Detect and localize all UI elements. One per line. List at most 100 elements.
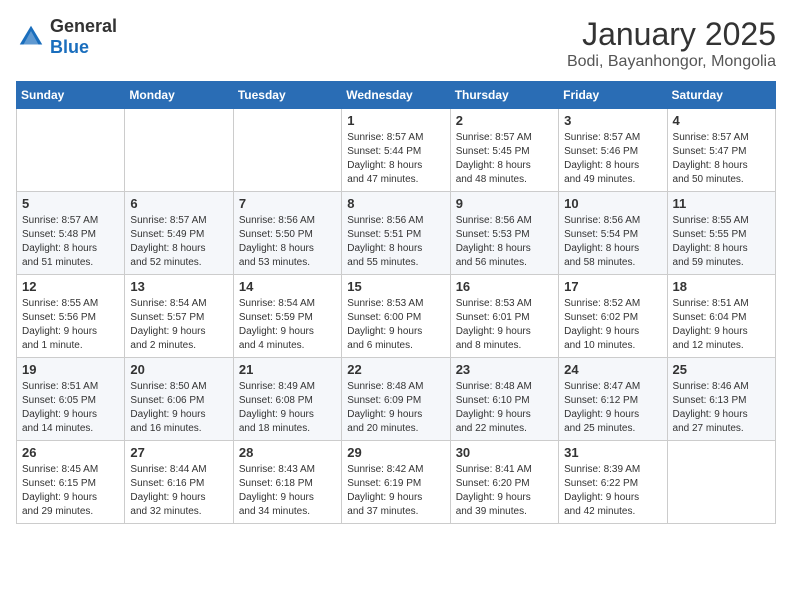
day-number: 21 [239,362,336,377]
day-info: Sunrise: 8:46 AM Sunset: 6:13 PM Dayligh… [673,380,770,436]
day-info: Sunrise: 8:42 AM Sunset: 6:19 PM Dayligh… [347,463,444,519]
day-info: Sunrise: 8:56 AM Sunset: 5:50 PM Dayligh… [239,214,336,270]
day-info: Sunrise: 8:51 AM Sunset: 6:04 PM Dayligh… [673,297,770,353]
calendar-cell: 25 Sunrise: 8:46 AM Sunset: 6:13 PM Dayli… [667,358,775,441]
calendar-table: SundayMondayTuesdayWednesdayThursdayFrid… [16,81,776,524]
calendar-cell: 19Sunrise: 8:51 AM Sunset: 6:05 PM Dayli… [17,358,125,441]
calendar-cell: 3 Sunrise: 8:57 AM Sunset: 5:46 PM Daylig… [559,109,667,192]
day-number: 17 [564,279,661,294]
day-number: 7 [239,196,336,211]
calendar-cell [17,109,125,192]
day-number: 16 [456,279,553,294]
calendar-cell: 29Sunrise: 8:42 AM Sunset: 6:19 PM Dayli… [342,441,450,524]
day-number: 30 [456,445,553,460]
calendar-cell: 17 Sunrise: 8:52 AM Sunset: 6:02 PM Dayli… [559,275,667,358]
weekday-header-cell: Friday [559,82,667,109]
day-number: 26 [22,445,119,460]
weekday-header-cell: Tuesday [233,82,341,109]
weekday-header-cell: Sunday [17,82,125,109]
logo: General Blue [16,16,117,58]
calendar-week-row: 19Sunrise: 8:51 AM Sunset: 6:05 PM Dayli… [17,358,776,441]
calendar-cell: 22 Sunrise: 8:48 AM Sunset: 6:09 PM Dayli… [342,358,450,441]
calendar-cell [233,109,341,192]
calendar-cell: 21 Sunrise: 8:49 AM Sunset: 6:08 PM Dayli… [233,358,341,441]
day-info: Sunrise: 8:57 AM Sunset: 5:46 PM Dayligh… [564,131,661,187]
day-number: 28 [239,445,336,460]
weekday-header-cell: Wednesday [342,82,450,109]
day-number: 25 [673,362,770,377]
day-info: Sunrise: 8:53 AM Sunset: 6:00 PM Dayligh… [347,297,444,353]
day-info: Sunrise: 8:57 AM Sunset: 5:45 PM Dayligh… [456,131,553,187]
calendar-cell: 11 Sunrise: 8:55 AM Sunset: 5:55 PM Dayli… [667,192,775,275]
calendar-cell: 31Sunrise: 8:39 AM Sunset: 6:22 PM Dayli… [559,441,667,524]
day-info: Sunrise: 8:45 AM Sunset: 6:15 PM Dayligh… [22,463,119,519]
day-info: Sunrise: 8:57 AM Sunset: 5:44 PM Dayligh… [347,131,444,187]
calendar-cell: 2 Sunrise: 8:57 AM Sunset: 5:45 PM Daylig… [450,109,558,192]
day-number: 11 [673,196,770,211]
weekday-header-row: SundayMondayTuesdayWednesdayThursdayFrid… [17,82,776,109]
day-number: 14 [239,279,336,294]
day-info: Sunrise: 8:52 AM Sunset: 6:02 PM Dayligh… [564,297,661,353]
day-info: Sunrise: 8:54 AM Sunset: 5:59 PM Dayligh… [239,297,336,353]
calendar-cell: 12 Sunrise: 8:55 AM Sunset: 5:56 PM Dayli… [17,275,125,358]
day-number: 24 [564,362,661,377]
day-number: 22 [347,362,444,377]
day-number: 2 [456,113,553,128]
day-info: Sunrise: 8:54 AM Sunset: 5:57 PM Dayligh… [130,297,227,353]
calendar-week-row: 12 Sunrise: 8:55 AM Sunset: 5:56 PM Dayli… [17,275,776,358]
day-number: 12 [22,279,119,294]
day-info: Sunrise: 8:56 AM Sunset: 5:54 PM Dayligh… [564,214,661,270]
calendar-cell: 27 Sunrise: 8:44 AM Sunset: 6:16 PM Dayli… [125,441,233,524]
day-number: 10 [564,196,661,211]
logo-blue-text: Blue [50,37,89,57]
day-info: Sunrise: 8:56 AM Sunset: 5:51 PM Dayligh… [347,214,444,270]
day-info: Sunrise: 8:50 AM Sunset: 6:06 PM Dayligh… [130,380,227,436]
day-number: 6 [130,196,227,211]
calendar-cell: 15 Sunrise: 8:53 AM Sunset: 6:00 PM Dayli… [342,275,450,358]
day-info: Sunrise: 8:47 AM Sunset: 6:12 PM Dayligh… [564,380,661,436]
calendar-cell: 16Sunrise: 8:53 AM Sunset: 6:01 PM Dayli… [450,275,558,358]
location-title: Bodi, Bayanhongor, Mongolia [567,53,776,71]
day-info: Sunrise: 8:48 AM Sunset: 6:09 PM Dayligh… [347,380,444,436]
calendar-week-row: 5Sunrise: 8:57 AM Sunset: 5:48 PM Daylig… [17,192,776,275]
day-number: 3 [564,113,661,128]
day-info: Sunrise: 8:57 AM Sunset: 5:49 PM Dayligh… [130,214,227,270]
weekday-header-cell: Saturday [667,82,775,109]
day-info: Sunrise: 8:55 AM Sunset: 5:56 PM Dayligh… [22,297,119,353]
title-block: January 2025 Bodi, Bayanhongor, Mongolia [567,16,776,71]
day-info: Sunrise: 8:55 AM Sunset: 5:55 PM Dayligh… [673,214,770,270]
calendar-cell: 8 Sunrise: 8:56 AM Sunset: 5:51 PM Daylig… [342,192,450,275]
calendar-cell: 30 Sunrise: 8:41 AM Sunset: 6:20 PM Dayli… [450,441,558,524]
day-number: 8 [347,196,444,211]
calendar-cell: 13 Sunrise: 8:54 AM Sunset: 5:57 PM Dayli… [125,275,233,358]
weekday-header-cell: Thursday [450,82,558,109]
day-number: 15 [347,279,444,294]
calendar-cell: 10 Sunrise: 8:56 AM Sunset: 5:54 PM Dayli… [559,192,667,275]
logo-icon [16,22,46,52]
day-info: Sunrise: 8:57 AM Sunset: 5:48 PM Dayligh… [22,214,119,270]
calendar-week-row: 26 Sunrise: 8:45 AM Sunset: 6:15 PM Dayli… [17,441,776,524]
day-number: 20 [130,362,227,377]
calendar-cell [667,441,775,524]
day-info: Sunrise: 8:44 AM Sunset: 6:16 PM Dayligh… [130,463,227,519]
day-number: 13 [130,279,227,294]
calendar-cell: 9Sunrise: 8:56 AM Sunset: 5:53 PM Daylig… [450,192,558,275]
day-number: 27 [130,445,227,460]
calendar-cell: 5Sunrise: 8:57 AM Sunset: 5:48 PM Daylig… [17,192,125,275]
calendar-cell: 6 Sunrise: 8:57 AM Sunset: 5:49 PM Daylig… [125,192,233,275]
day-number: 23 [456,362,553,377]
calendar-cell: 4Sunrise: 8:57 AM Sunset: 5:47 PM Daylig… [667,109,775,192]
calendar-cell: 7 Sunrise: 8:56 AM Sunset: 5:50 PM Daylig… [233,192,341,275]
calendar-cell [125,109,233,192]
day-info: Sunrise: 8:41 AM Sunset: 6:20 PM Dayligh… [456,463,553,519]
day-number: 9 [456,196,553,211]
calendar-week-row: 1Sunrise: 8:57 AM Sunset: 5:44 PM Daylig… [17,109,776,192]
day-number: 19 [22,362,119,377]
calendar-cell: 20 Sunrise: 8:50 AM Sunset: 6:06 PM Dayli… [125,358,233,441]
month-title: January 2025 [567,16,776,53]
day-info: Sunrise: 8:49 AM Sunset: 6:08 PM Dayligh… [239,380,336,436]
calendar-cell: 26 Sunrise: 8:45 AM Sunset: 6:15 PM Dayli… [17,441,125,524]
day-info: Sunrise: 8:39 AM Sunset: 6:22 PM Dayligh… [564,463,661,519]
calendar-cell: 23Sunrise: 8:48 AM Sunset: 6:10 PM Dayli… [450,358,558,441]
day-info: Sunrise: 8:57 AM Sunset: 5:47 PM Dayligh… [673,131,770,187]
